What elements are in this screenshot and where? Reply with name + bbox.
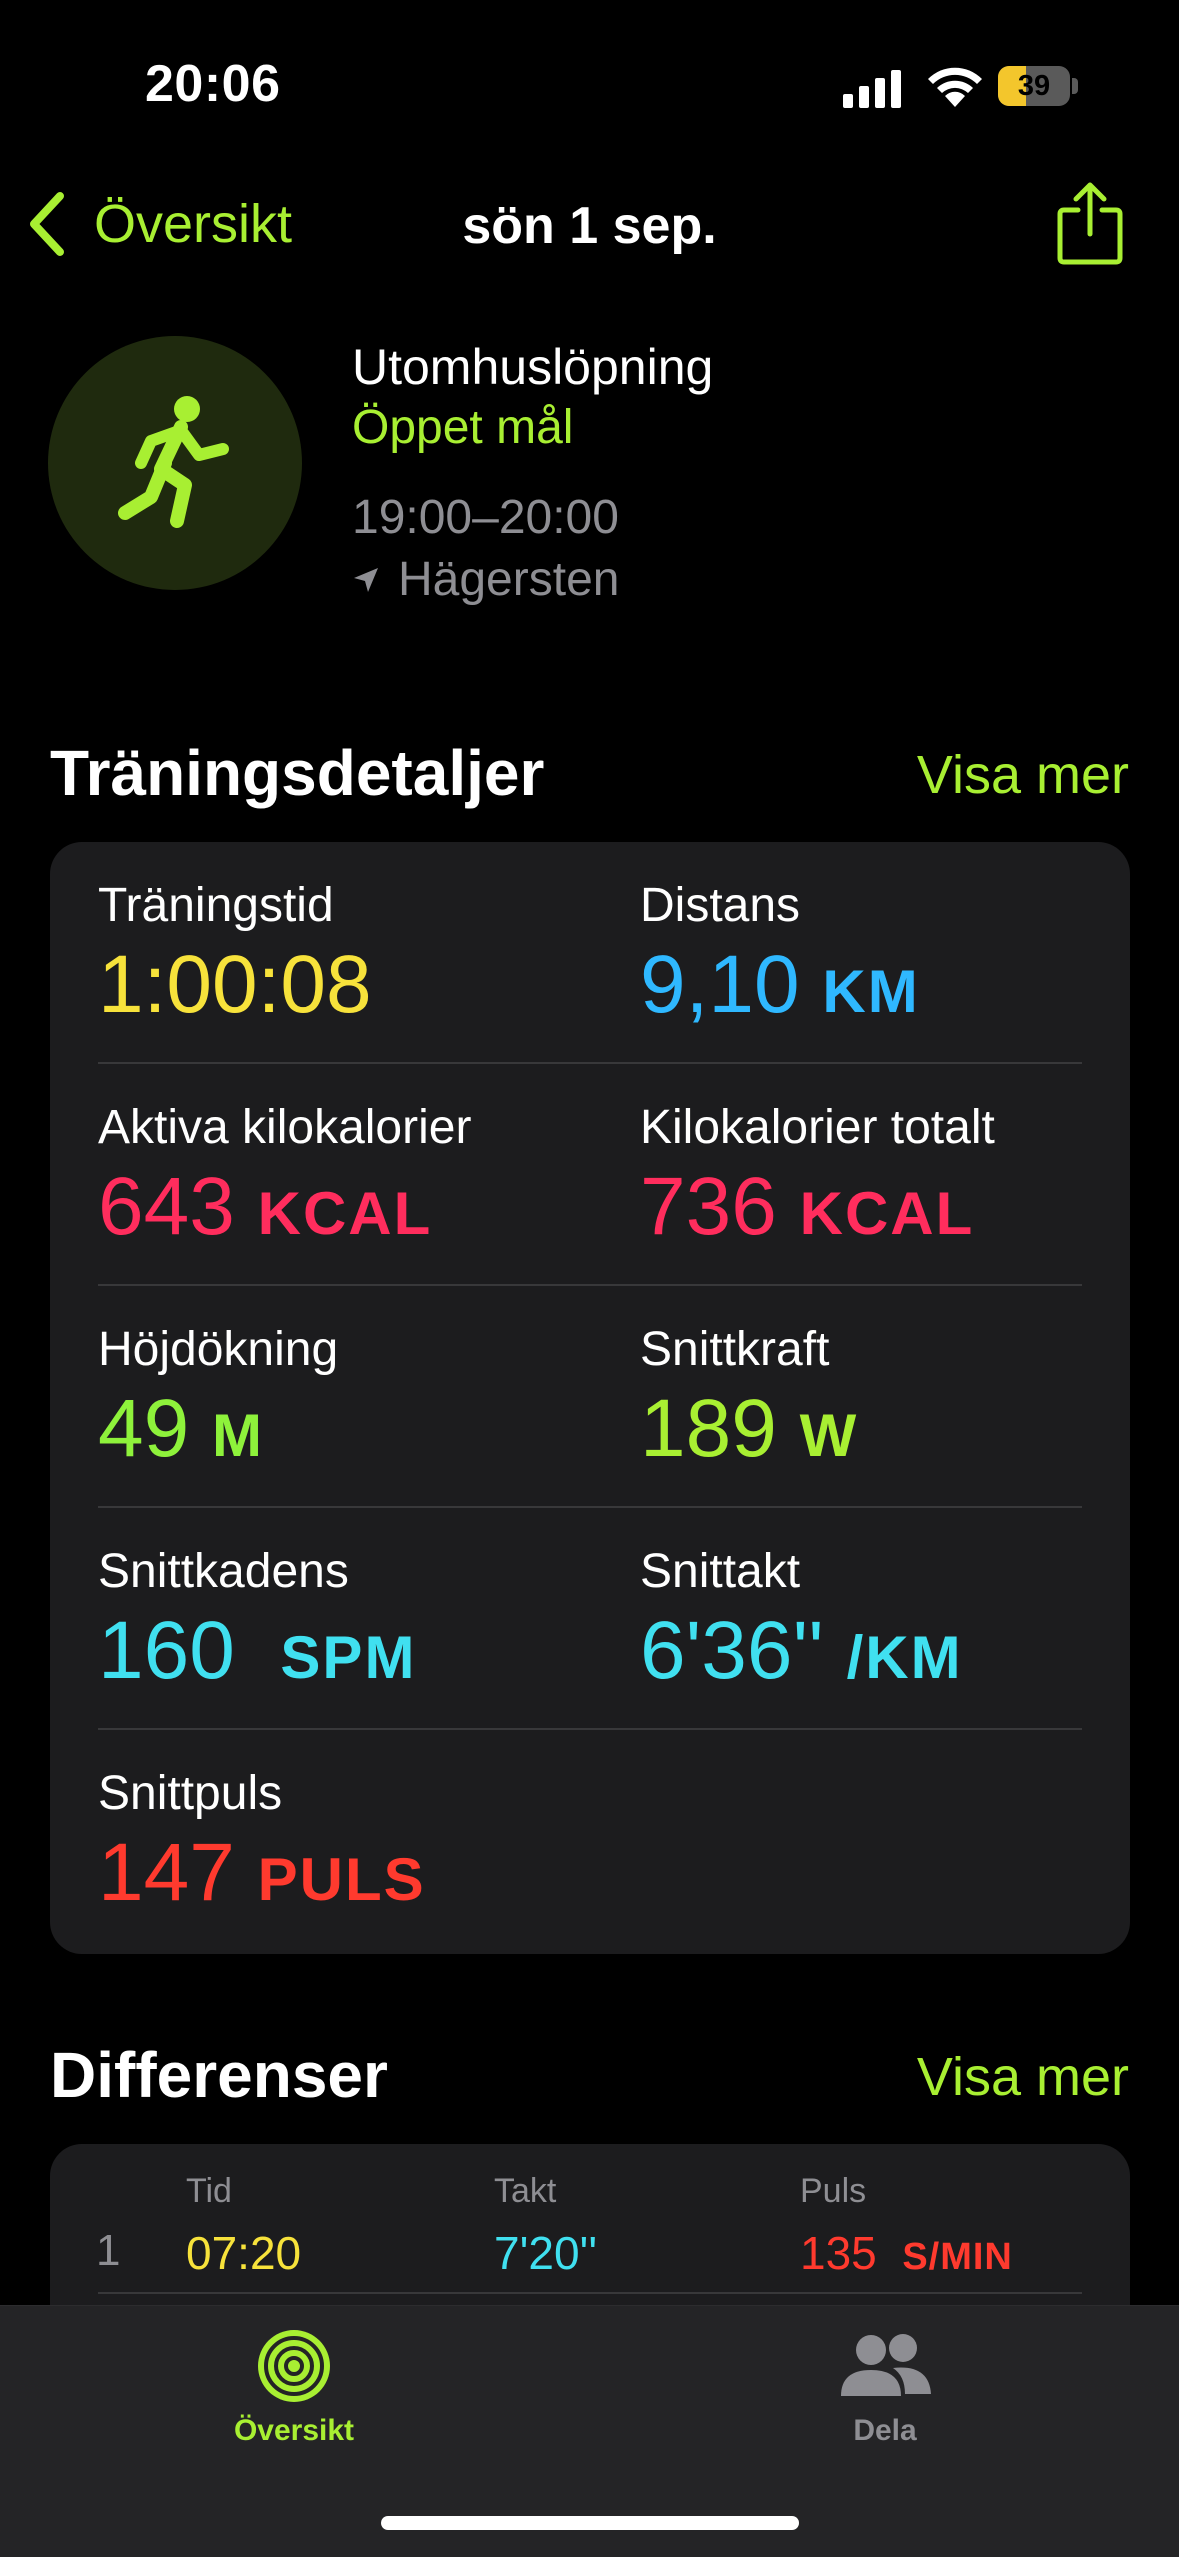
metric-value-duration: 1:00:08 [98, 939, 372, 1030]
workout-location: Hägersten [352, 552, 619, 607]
details-show-more-link[interactable]: Visa mer [917, 744, 1129, 806]
page-title: sön 1 sep. [462, 197, 717, 255]
split-time: 07:20 [186, 2227, 302, 2279]
split-pace: 7'20'' [494, 2227, 598, 2279]
metric-label-total-calories: Kilokalorier totalt [640, 1101, 995, 1154]
metric-label-elevation: Höjdökning [98, 1323, 339, 1376]
battery-level: 39 [1017, 70, 1051, 102]
tab-overview-label: Översikt [233, 2414, 355, 2447]
wifi-icon [928, 67, 982, 107]
workout-details-card: Träningstid 1:00:08 Distans 9,10 KM Akti… [50, 842, 1130, 1954]
splits-show-more-link[interactable]: Visa mer [917, 2046, 1129, 2108]
splits-col-time: Tid [186, 2172, 232, 2210]
metric-value-distance: 9,10 KM [640, 939, 920, 1030]
activity-rings-icon [258, 2330, 330, 2402]
split-hr: 135 S/MIN [800, 2227, 1013, 2279]
location-arrow-icon [354, 567, 378, 592]
split-number: 1 [96, 2226, 121, 2275]
metric-value-cadence: 160 SPM [98, 1605, 417, 1696]
metric-label-active-calories: Aktiva kilokalorier [98, 1101, 472, 1154]
workout-location-label: Hägersten [398, 553, 620, 606]
metric-value-power: 189 W [640, 1383, 859, 1474]
metric-label-pace: Snittakt [640, 1545, 801, 1598]
running-figure-icon [118, 396, 229, 528]
metric-value-heart-rate: 147 PULS [98, 1827, 426, 1918]
home-indicator[interactable] [381, 2516, 799, 2530]
cellular-signal-icon [843, 70, 901, 108]
tab-share[interactable]: Dela [765, 2328, 1005, 2448]
metric-value-elevation: 49 M [98, 1383, 264, 1474]
tab-overview[interactable]: Översikt [174, 2328, 414, 2448]
workout-icon-badge [48, 336, 302, 590]
splits-col-pace: Takt [494, 2172, 557, 2210]
metric-label-distance: Distans [640, 879, 801, 932]
metric-value-active-calories: 643 KCAL [98, 1161, 433, 1252]
details-section-title: Träningsdetaljer [50, 737, 545, 809]
splits-col-hr: Puls [800, 2172, 867, 2210]
metric-value-pace: 6'36'' /KM [640, 1605, 963, 1696]
metric-label-power: Snittkraft [640, 1323, 830, 1376]
splits-section-title: Differenser [50, 2039, 388, 2111]
tab-share-label: Dela [853, 2414, 917, 2447]
metric-label-cadence: Snittkadens [98, 1545, 349, 1598]
workout-time-range: 19:00–20:00 [352, 491, 619, 544]
metric-label-heart-rate: Snittpuls [98, 1767, 283, 1820]
battery-indicator: 39 [998, 66, 1078, 106]
workout-goal: Öppet mål [352, 401, 574, 454]
workout-type: Utomhuslöpning [352, 339, 714, 395]
share-icon[interactable] [1054, 180, 1126, 266]
people-icon [841, 2334, 931, 2396]
status-time: 20:06 [145, 55, 281, 113]
metric-label-duration: Träningstid [98, 879, 334, 932]
metric-value-total-calories: 736 KCAL [640, 1161, 975, 1252]
